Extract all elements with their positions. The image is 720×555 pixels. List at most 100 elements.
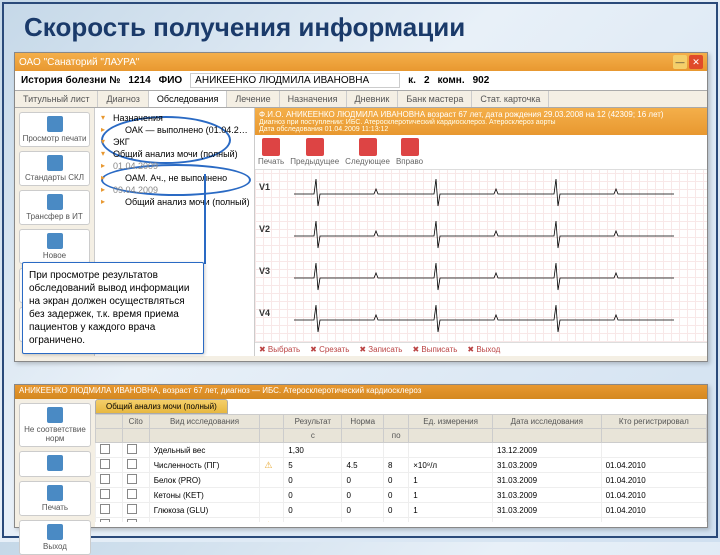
row-checkbox[interactable] xyxy=(100,519,110,522)
ecg-tool-2[interactable]: Следующее xyxy=(345,138,390,166)
ecg-footer-btn-2[interactable]: ✖ Записать xyxy=(359,345,402,354)
ecg-diag-line: Диагноз при поступлении: ИБС. Атеросклер… xyxy=(259,119,703,126)
tree-item-3[interactable]: Общий анализ мочи (полный) xyxy=(99,148,250,160)
col-subheader xyxy=(601,429,706,443)
warning-icon: ⚠ xyxy=(264,520,272,523)
col-header[interactable]: Ед. измерения xyxy=(409,415,493,429)
tab-4[interactable]: Назначения xyxy=(280,91,347,107)
date: 31.03.2009 xyxy=(493,458,602,473)
tree-item-5[interactable]: ОАМ. Ач., не выполнено xyxy=(99,172,250,184)
sidebar-btn-0[interactable]: Просмотр печати xyxy=(19,112,90,147)
tab-1[interactable]: Диагноз xyxy=(98,91,148,107)
date: 31.03.2009 xyxy=(493,503,602,518)
results-table[interactable]: CitoВид исследования РезультатНорма Ед. из… xyxy=(95,414,707,522)
results-side-2[interactable]: Печать xyxy=(19,481,91,516)
tree-item-6[interactable]: 09.04.2009 xyxy=(99,184,250,196)
table-row[interactable]: Эритроциты (ЭЛП)⚠100ед/п.зр31.03.200901.… xyxy=(96,518,707,523)
ecg-lead-label: V2 xyxy=(259,224,270,234)
unit: ед/п.зр xyxy=(409,518,493,523)
komnata-value: 902 xyxy=(473,75,490,86)
date: 13.12.2009 xyxy=(493,443,602,458)
close-button[interactable]: ✕ xyxy=(689,55,703,69)
who: 01.04.2010 xyxy=(601,488,706,503)
record-header: История болезни № 1214 ФИО к. 2 комн. 90… xyxy=(15,71,707,91)
minimize-button[interactable]: — xyxy=(673,55,687,69)
table-row[interactable]: Численность (ПГ)⚠54.58×10⁹/л31.03.200901… xyxy=(96,458,707,473)
sidebar-btn-2[interactable]: Трансфер в ИТ xyxy=(19,190,90,225)
col-header[interactable]: Cito xyxy=(122,415,149,429)
tree-item-1[interactable]: ОАК — выполнено (01.04.2009) xyxy=(99,124,250,136)
test-name: Белок (PRO) xyxy=(149,473,260,488)
unit: 1 xyxy=(409,503,493,518)
row-checkbox[interactable] xyxy=(100,504,110,514)
results-side-1[interactable] xyxy=(19,451,91,477)
window-titlebar[interactable]: ОАО "Санаторий "ЛАУРА" — ✕ xyxy=(15,53,707,71)
results-side-3[interactable]: Выход xyxy=(19,520,91,555)
fio-input[interactable] xyxy=(190,73,400,88)
record-no-value: 1214 xyxy=(128,75,150,86)
tree-item-7[interactable]: Общий анализ мочи (полный) xyxy=(99,196,250,208)
col-subheader xyxy=(342,429,384,443)
test-name: Глюкоза (GLU) xyxy=(149,503,260,518)
tab-5[interactable]: Дневник xyxy=(347,91,399,107)
ecg-footer-btn-0[interactable]: ✖ Выбрать xyxy=(259,345,300,354)
tree-item-2[interactable]: ЭКГ xyxy=(99,136,250,148)
ecg-toolbar: ПечатьПредыдущееСледующееВправо xyxy=(255,135,707,170)
cito-checkbox[interactable] xyxy=(127,474,137,484)
table-row[interactable]: Удельный вес1,3013.12.2009 xyxy=(96,443,707,458)
tab-0[interactable]: Титульный лист xyxy=(15,91,98,107)
who: 01.04.2010 xyxy=(601,518,706,523)
cito-checkbox[interactable] xyxy=(127,459,137,469)
cito-checkbox[interactable] xyxy=(127,444,137,454)
results-side-icon xyxy=(47,455,63,471)
sidebar-btn-3[interactable]: Новое xyxy=(19,229,90,264)
norm-from: 0 xyxy=(342,503,384,518)
row-checkbox[interactable] xyxy=(100,444,110,454)
warn-cell xyxy=(260,488,284,503)
col-header[interactable]: Результат xyxy=(284,415,342,429)
ecg-lead-V3 xyxy=(285,258,703,298)
results-titlebar[interactable]: АНИКЕЕНКО ЛЮДМИЛА ИВАНОВНА, возраст 67 л… xyxy=(15,385,707,399)
komnata-label: комн. xyxy=(438,75,465,86)
table-row[interactable]: Глюкоза (GLU)000131.03.200901.04.2010 xyxy=(96,503,707,518)
row-checkbox[interactable] xyxy=(100,489,110,499)
norm-from: 0 xyxy=(342,488,384,503)
sidebar-btn-1[interactable]: Стандарты СКЛ xyxy=(19,151,90,186)
row-checkbox[interactable] xyxy=(100,474,110,484)
ecg-footer-btn-1[interactable]: ✖ Срезать xyxy=(310,345,349,354)
cito-checkbox[interactable] xyxy=(127,504,137,514)
ecg-footer: ✖ Выбрать ✖ Срезать ✖ Записать ✖ Выписать ✖ … xyxy=(255,342,707,356)
unit: 1 xyxy=(409,473,493,488)
ecg-footer-btn-3[interactable]: ✖ Выписать xyxy=(412,345,457,354)
col-header[interactable]: Дата исследования xyxy=(493,415,602,429)
tree-item-4[interactable]: 01.04.2009 xyxy=(99,160,250,172)
ecg-tool-icon xyxy=(306,138,324,156)
cito-checkbox[interactable] xyxy=(127,519,137,522)
cito-checkbox[interactable] xyxy=(127,489,137,499)
ecg-tool-1[interactable]: Предыдущее xyxy=(290,138,339,166)
table-row[interactable]: Кетоны (KET)000131.03.200901.04.2010 xyxy=(96,488,707,503)
col-header[interactable] xyxy=(260,415,284,429)
ecg-tool-3[interactable]: Вправо xyxy=(396,138,423,166)
col-header[interactable] xyxy=(96,415,123,429)
ecg-tool-icon xyxy=(401,138,419,156)
warn-cell xyxy=(260,473,284,488)
ecg-tool-0[interactable]: Печать xyxy=(258,138,284,166)
ecg-grid[interactable]: V1V2V3V4 xyxy=(255,170,707,342)
tree-item-0[interactable]: Назначения xyxy=(99,112,250,124)
results-tab[interactable]: Общий анализ мочи (полный) xyxy=(95,399,228,414)
col-header[interactable] xyxy=(384,415,409,429)
tab-7[interactable]: Стат. карточка xyxy=(472,91,549,107)
col-header[interactable]: Норма xyxy=(342,415,384,429)
table-row[interactable]: Белок (PRO)000131.03.200901.04.2010 xyxy=(96,473,707,488)
col-header[interactable]: Вид исследования xyxy=(149,415,260,429)
results-side-0[interactable]: Не соответствие норм xyxy=(19,403,91,447)
ecg-footer-btn-4[interactable]: ✖ Выход xyxy=(467,345,500,354)
result-value: 5 xyxy=(284,458,342,473)
tab-6[interactable]: Банк мастера xyxy=(398,91,472,107)
row-checkbox[interactable] xyxy=(100,459,110,469)
tab-3[interactable]: Лечение xyxy=(227,91,279,107)
col-header[interactable]: Кто регистрировал xyxy=(601,415,706,429)
results-main: Общий анализ мочи (полный) CitoВид иссле… xyxy=(95,399,707,527)
tab-2[interactable]: Обследования xyxy=(149,91,227,107)
